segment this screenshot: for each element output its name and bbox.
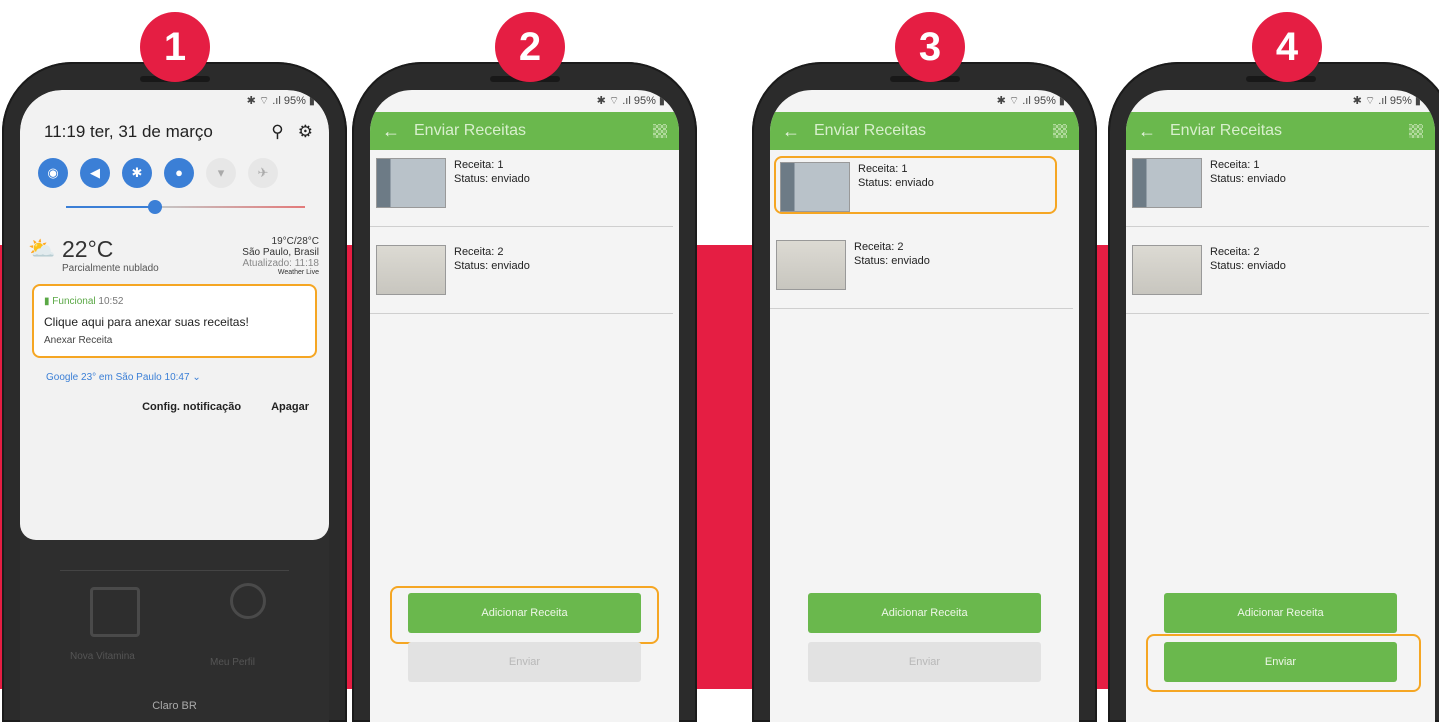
home-item-label: Nova Vitamina (70, 651, 135, 662)
calendar-icon (90, 587, 140, 637)
app-bar: ← Enviar Receitas (770, 112, 1079, 150)
sound-icon[interactable]: ◀ (80, 158, 110, 188)
notification-shade: ✱ ⌔ .ıl 95% ▮ 11:19 ter, 31 de março ⚲ ⚙… (20, 90, 329, 540)
item-status: Status: enviado (454, 260, 530, 272)
send-button[interactable]: Enviar (1164, 642, 1397, 682)
back-arrow-icon[interactable]: ← (1138, 121, 1164, 142)
google-notification[interactable]: Google 23° em São Paulo 10:47 ⌄ (20, 358, 329, 383)
carrier-label: Claro BR (152, 700, 197, 712)
gear-icon[interactable]: ⚙ (298, 122, 313, 142)
slider-knob[interactable] (148, 200, 162, 214)
add-receipt-button[interactable]: Adicionar Receita (808, 593, 1041, 633)
page-title: Enviar Receitas (414, 122, 527, 139)
weather-brand: Weather Live (277, 269, 319, 276)
list-item[interactable]: Receita: 2 Status: enviado (370, 237, 673, 314)
grid-menu-icon[interactable] (1053, 124, 1067, 138)
weather-city: São Paulo, Brasil (242, 247, 319, 258)
item-status: Status: enviado (454, 173, 530, 185)
receipt-thumbnail (376, 158, 446, 208)
phone-1: Nova Vitamina Meu Perfil Claro BR ✱ ⌔ .ı… (2, 62, 347, 722)
item-label: Receita: 1 (858, 163, 908, 175)
receipt-thumbnail (1132, 158, 1202, 208)
grid-menu-icon[interactable] (653, 124, 667, 138)
status-bar: ✱ ⌔ .ıl 95% ▮ (1352, 95, 1421, 107)
phone-4: ✱ ⌔ .ıl 95% ▮ ← Enviar Receitas Receita:… (1108, 62, 1439, 722)
config-notification-button[interactable]: Config. notificação (142, 401, 241, 413)
app-bar: ← Enviar Receitas (370, 112, 679, 150)
receipt-thumbnail (780, 162, 850, 212)
weather-desc: Parcialmente nublado (62, 263, 159, 274)
status-bar: ✱ ⌔ .ıl 95% ▮ (996, 95, 1065, 107)
step-badge-1: 1 (140, 12, 210, 82)
item-status: Status: enviado (1210, 173, 1286, 185)
profile-icon (230, 583, 266, 619)
receipt-thumbnail (376, 245, 446, 295)
screen-4: ✱ ⌔ .ıl 95% ▮ ← Enviar Receitas Receita:… (1126, 90, 1435, 722)
airplane-icon[interactable]: ✈ (248, 158, 278, 188)
funcional-notification[interactable]: ▮ Funcional 10:52 Clique aqui para anexa… (32, 284, 317, 358)
home-grid: Nova Vitamina Meu Perfil (60, 570, 289, 701)
screen-2: ✱ ⌔ .ıl 95% ▮ ← Enviar Receitas Receita:… (370, 90, 679, 722)
clock-date: 11:19 ter, 31 de março (44, 122, 213, 141)
receipt-thumbnail (776, 240, 846, 290)
status-bar: ✱ ⌔ .ıl 95% ▮ (246, 95, 315, 107)
brightness-slider[interactable] (66, 200, 305, 214)
item-label: Receita: 2 (454, 246, 504, 258)
flashlight-icon[interactable]: ▾ (206, 158, 236, 188)
send-button[interactable]: Enviar (808, 642, 1041, 682)
item-label: Receita: 1 (1210, 159, 1260, 171)
step-badge-2: 2 (495, 12, 565, 82)
weather-range: 19°C/28°C (271, 236, 319, 247)
weather-widget[interactable]: ⛅ 22°C Parcialmente nublado 19°C/28°C Sã… (20, 208, 329, 276)
bluetooth-icon[interactable]: ✱ (122, 158, 152, 188)
item-status: Status: enviado (1210, 260, 1286, 272)
page-title: Enviar Receitas (814, 122, 927, 139)
wifi-icon[interactable]: ◉ (38, 158, 68, 188)
add-receipt-button[interactable]: Adicionar Receita (1164, 593, 1397, 633)
back-arrow-icon[interactable]: ← (782, 121, 808, 142)
notif-time: 10:52 (98, 296, 124, 307)
app-bar: ← Enviar Receitas (1126, 112, 1435, 150)
item-status: Status: enviado (854, 255, 930, 267)
screen-3: ✱ ⌔ .ıl 95% ▮ ← Enviar Receitas Receita:… (770, 90, 1079, 722)
notif-app: Funcional (52, 296, 96, 307)
list-item[interactable]: Receita: 1 Status: enviado (370, 150, 673, 227)
item-label: Receita: 2 (1210, 246, 1260, 258)
search-icon[interactable]: ⚲ (271, 122, 283, 142)
add-receipt-button[interactable]: Adicionar Receita (408, 593, 641, 633)
google-line: Google 23° em São Paulo 10:47 (46, 372, 190, 383)
item-label: Receita: 2 (854, 241, 904, 253)
phone-3: ✱ ⌔ .ıl 95% ▮ ← Enviar Receitas Receita:… (752, 62, 1097, 722)
send-button[interactable]: Enviar (408, 642, 641, 682)
location-icon[interactable]: ● (164, 158, 194, 188)
step-badge-4: 4 (1252, 12, 1322, 82)
screen-1: Nova Vitamina Meu Perfil Claro BR ✱ ⌔ .ı… (20, 90, 329, 722)
phone-2: ✱ ⌔ .ıl 95% ▮ ← Enviar Receitas Receita:… (352, 62, 697, 722)
weather-temp: 22°C (62, 236, 114, 262)
clock-row: 11:19 ter, 31 de março ⚲ ⚙ (20, 112, 329, 142)
quick-settings: ◉ ◀ ✱ ● ▾ ✈ (20, 142, 329, 188)
list-item[interactable]: Receita: 1 Status: enviado (1126, 150, 1429, 227)
list-item[interactable]: Receita: 2 Status: enviado (1126, 237, 1429, 314)
weather-updated: Atualizado: 11:18 (242, 258, 319, 269)
status-bar: ✱ ⌔ .ıl 95% ▮ (596, 95, 665, 107)
back-arrow-icon[interactable]: ← (382, 121, 408, 142)
item-status: Status: enviado (858, 177, 934, 189)
receipt-thumbnail (1132, 245, 1202, 295)
clear-button[interactable]: Apagar (271, 401, 309, 413)
cloud-sun-icon: ⛅ (28, 236, 56, 261)
list-item[interactable]: Receita: 2 Status: enviado (770, 232, 1073, 309)
item-label: Receita: 1 (454, 159, 504, 171)
page-title: Enviar Receitas (1170, 122, 1283, 139)
home-item-label: Meu Perfil (210, 657, 256, 668)
notif-action[interactable]: Anexar Receita (44, 335, 305, 346)
grid-menu-icon[interactable] (1409, 124, 1423, 138)
notif-title: Clique aqui para anexar suas receitas! (44, 315, 249, 329)
step-badge-3: 3 (895, 12, 965, 82)
list-item[interactable]: Receita: 1 Status: enviado (774, 156, 1057, 214)
